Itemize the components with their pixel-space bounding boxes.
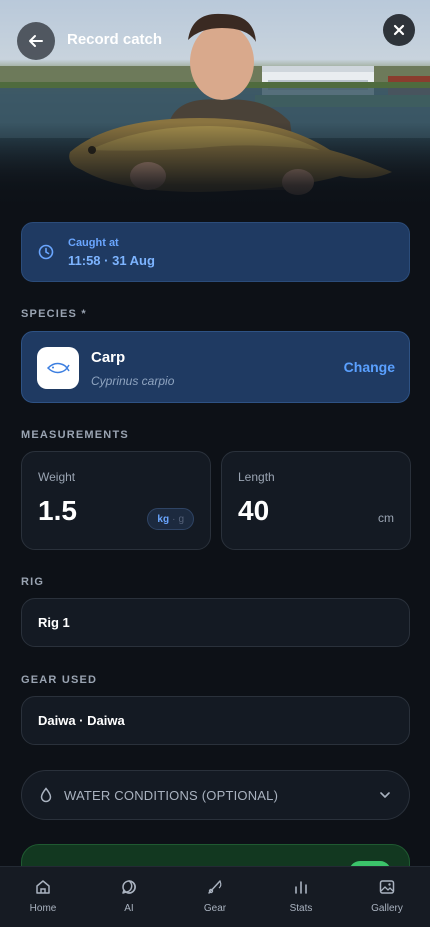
length-label: Length <box>238 470 275 484</box>
nav-label-ai: AI <box>124 903 134 914</box>
weight-value: 1.5 <box>38 495 77 526</box>
nav-label-home: Home <box>29 903 57 914</box>
length-value: 40 <box>238 495 270 526</box>
back-button[interactable] <box>17 22 55 60</box>
image-icon <box>379 880 395 894</box>
gear-select[interactable]: Daiwa · Daiwa <box>21 696 410 745</box>
weight-unit-toggle[interactable]: kg · g <box>147 508 194 530</box>
fishing-rod-icon <box>208 880 222 894</box>
weight-field[interactable]: Weight 1.5 kg · g <box>21 451 211 550</box>
species-icon-tile <box>37 347 79 389</box>
water-conditions-toggle[interactable]: WATER CONDITIONS (OPTIONAL) <box>21 770 410 820</box>
nav-item-stats[interactable]: Stats <box>258 867 344 927</box>
unit-g-option[interactable]: g <box>178 514 184 525</box>
unit-kg-option[interactable]: kg <box>157 514 169 525</box>
species-section-label: SPECIES * <box>21 308 87 320</box>
nav-item-gear[interactable]: Gear <box>172 867 258 927</box>
rig-section-label: RIG <box>21 576 45 588</box>
home-icon <box>36 880 50 894</box>
bar-chart-icon <box>295 881 307 894</box>
clock-icon <box>38 244 54 260</box>
weight-label: Weight <box>38 470 76 484</box>
arrow-left-icon <box>29 35 43 47</box>
length-unit: cm <box>378 511 394 525</box>
water-conditions-label: WATER CONDITIONS (OPTIONAL) <box>64 788 279 803</box>
chevron-down-icon <box>380 792 390 798</box>
close-icon <box>393 24 405 36</box>
nav-label-gallery: Gallery <box>371 903 403 914</box>
length-field[interactable]: Length 40 cm <box>221 451 411 550</box>
droplet-icon <box>40 787 52 803</box>
fish-icon <box>46 362 70 374</box>
species-name: Carp <box>91 349 126 366</box>
gear-section-label: GEAR USED <box>21 674 98 686</box>
change-species-button[interactable]: Change <box>344 359 395 375</box>
gear-value: Daiwa · Daiwa <box>38 713 125 728</box>
rig-select[interactable]: Rig 1 <box>21 598 410 647</box>
species-latin-name: Cyprinus carpio <box>91 374 175 388</box>
caught-at-value: 11:58 · 31 Aug <box>68 253 155 268</box>
caught-at-label: Caught at <box>68 237 119 249</box>
measurements-section-label: MEASUREMENTS <box>21 429 129 441</box>
page-title: Record catch <box>67 31 163 48</box>
bottom-nav: Home AI Gear Stats Gallery <box>0 866 430 927</box>
species-card[interactable]: Carp Cyprinus carpio Change <box>21 331 410 403</box>
nav-label-stats: Stats <box>289 903 313 914</box>
nav-item-home[interactable]: Home <box>0 867 86 927</box>
nav-label-gear: Gear <box>203 903 227 914</box>
unit-separator: · <box>172 513 176 525</box>
nav-item-gallery[interactable]: Gallery <box>344 867 430 927</box>
nav-item-ai[interactable]: AI <box>86 867 172 927</box>
catch-photo <box>0 0 430 212</box>
chat-icon <box>122 880 136 894</box>
caught-at-card[interactable]: Caught at 11:58 · 31 Aug <box>21 222 410 282</box>
close-button[interactable] <box>383 14 415 46</box>
rig-value: Rig 1 <box>38 615 70 630</box>
